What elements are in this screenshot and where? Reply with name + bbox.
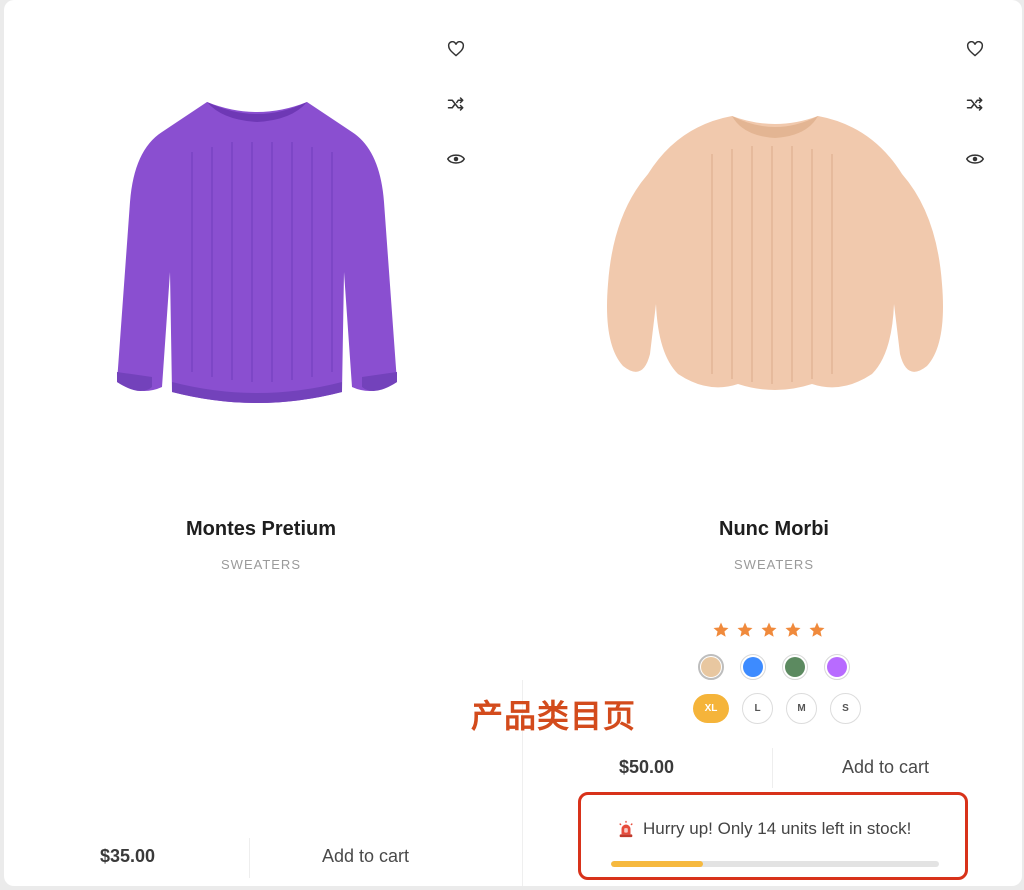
product-actions	[443, 36, 469, 201]
size-option-s[interactable]: S	[830, 693, 861, 724]
product-card: Montes Pretium SWEATERS $35.00 Add to ca…	[4, 0, 518, 886]
heart-icon	[966, 41, 984, 57]
annotation-label: 产品类目页	[471, 697, 637, 735]
stock-progress-bar	[611, 861, 939, 867]
wishlist-button[interactable]	[962, 36, 988, 62]
product-image-purple-sweater[interactable]	[112, 92, 402, 412]
compare-button[interactable]	[962, 91, 988, 117]
color-swatch-purple[interactable]	[824, 654, 850, 680]
size-option-m[interactable]: M	[786, 693, 817, 724]
product-price: $35.00	[100, 846, 156, 866]
rating-stars	[712, 621, 826, 639]
product-category[interactable]: SWEATERS	[526, 557, 1022, 572]
add-to-cart-button[interactable]: Add to cart	[322, 846, 409, 867]
swatch-dot	[743, 657, 763, 677]
star-icon	[713, 622, 729, 637]
size-options: XL L M S	[693, 693, 861, 724]
product-title[interactable]: Montes Pretium	[4, 518, 518, 541]
product-grid: Montes Pretium SWEATERS $35.00 Add to ca…	[4, 0, 1022, 886]
star-icon	[761, 622, 777, 637]
heart-icon	[447, 41, 465, 57]
stock-notice: Hurry up! Only 14 units left in stock!	[578, 792, 968, 880]
product-card: Nunc Morbi SWEATERS XL L M S $50.00 Add to …	[526, 0, 1022, 886]
eye-icon	[966, 154, 984, 164]
price-divider	[772, 748, 773, 788]
product-price: $50.00	[619, 757, 675, 777]
product-title[interactable]: Nunc Morbi	[526, 518, 1022, 541]
color-swatch-green[interactable]	[782, 654, 808, 680]
size-option-xl[interactable]: XL	[693, 694, 729, 723]
star-icon	[809, 622, 825, 637]
star-icon	[785, 622, 801, 637]
swatch-dot	[785, 657, 805, 677]
swatch-dot	[701, 657, 721, 677]
color-swatch-beige[interactable]	[698, 654, 724, 680]
stock-text-row: Hurry up! Only 14 units left in stock!	[617, 819, 911, 839]
wishlist-button[interactable]	[443, 36, 469, 62]
swatch-dot	[827, 657, 847, 677]
shuffle-icon	[966, 97, 983, 111]
star-icon	[737, 622, 753, 637]
size-option-l[interactable]: L	[742, 693, 773, 724]
shuffle-icon	[447, 97, 464, 111]
product-category[interactable]: SWEATERS	[4, 557, 518, 572]
product-image-beige-sweater[interactable]	[602, 104, 948, 396]
color-swatch-blue[interactable]	[740, 654, 766, 680]
color-swatches	[698, 654, 850, 680]
eye-icon	[447, 154, 465, 164]
quick-view-button[interactable]	[962, 146, 988, 172]
add-to-cart-button[interactable]: Add to cart	[842, 757, 929, 778]
stock-message: Hurry up! Only 14 units left in stock!	[643, 819, 912, 838]
stock-progress-fill	[611, 861, 703, 867]
siren-icon	[619, 820, 633, 838]
quick-view-button[interactable]	[443, 146, 469, 172]
price-divider	[249, 838, 250, 878]
product-actions	[962, 36, 988, 201]
compare-button[interactable]	[443, 91, 469, 117]
